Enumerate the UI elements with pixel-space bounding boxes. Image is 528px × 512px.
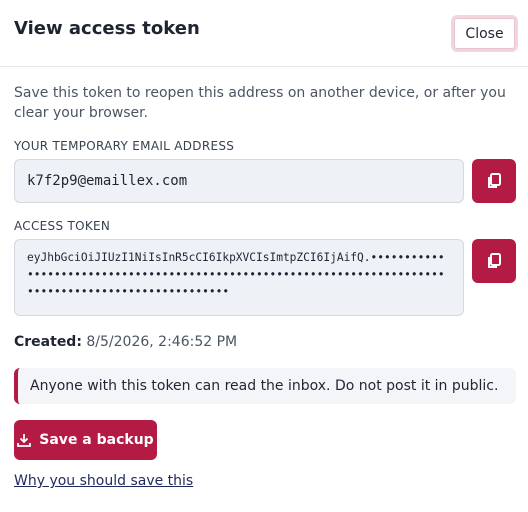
copy-token-button[interactable] (472, 239, 516, 283)
email-field[interactable]: k7f2p9@emaillex.com (14, 159, 464, 203)
close-button[interactable]: Close (451, 15, 518, 52)
dialog-header: View access token Close (0, 0, 528, 67)
copy-icon (488, 253, 501, 268)
token-label: ACCESS TOKEN (14, 219, 111, 233)
created-row: Created: 8/5/2026, 2:46:52 PM (14, 334, 237, 350)
close-button-label: Close (465, 25, 504, 42)
token-value: eyJhbGciOiJIUzI1NiIsInR5cCI6IkpXVCIsImtp… (27, 251, 445, 298)
why-save-link[interactable]: Why you should save this (14, 473, 193, 489)
copy-icon (488, 173, 501, 188)
created-label: Created: (14, 334, 82, 350)
save-backup-button[interactable]: Save a backup (14, 420, 157, 460)
save-backup-label: Save a backup (39, 432, 154, 448)
warning-text: Anyone with this token can read the inbo… (30, 378, 499, 394)
warning-banner: Anyone with this token can read the inbo… (14, 368, 516, 404)
email-value: k7f2p9@emaillex.com (27, 173, 188, 189)
created-date: 8/5/2026, 2:46:52 PM (86, 334, 238, 350)
dialog-title: View access token (14, 18, 200, 39)
email-label: YOUR TEMPORARY EMAIL ADDRESS (14, 139, 235, 153)
token-field[interactable]: eyJhbGciOiJIUzI1NiIsInR5cCI6IkpXVCIsImtp… (14, 239, 464, 316)
intro-text: Save this token to reopen this address o… (14, 85, 506, 121)
copy-email-button[interactable] (472, 159, 516, 203)
download-icon (17, 434, 32, 447)
